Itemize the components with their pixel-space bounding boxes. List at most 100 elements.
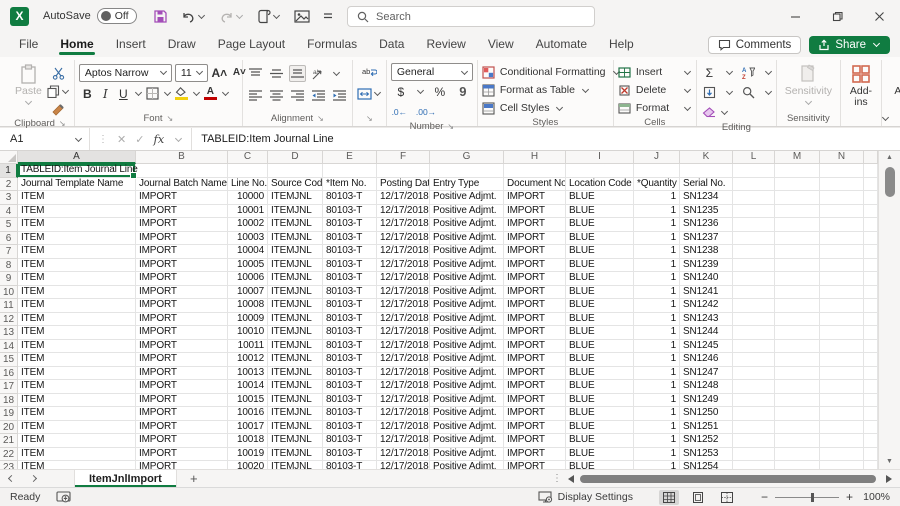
- vertical-scrollbar[interactable]: ▲ ▼: [878, 151, 900, 469]
- cell-D13[interactable]: ITEMJNL: [268, 326, 323, 340]
- cell-K8[interactable]: SN1239: [680, 259, 733, 273]
- cell-J6[interactable]: 1: [634, 232, 680, 246]
- column-header-J[interactable]: J: [634, 151, 680, 164]
- align-left-button[interactable]: [247, 87, 264, 104]
- cell-J21[interactable]: 1: [634, 434, 680, 448]
- cell-D15[interactable]: ITEMJNL: [268, 353, 323, 367]
- cell-F11[interactable]: 12/17/2018: [377, 299, 430, 313]
- tab-formulas[interactable]: Formulas: [296, 34, 368, 56]
- row-header-19[interactable]: 19: [0, 407, 18, 421]
- cell-I17[interactable]: BLUE: [566, 380, 634, 394]
- row-header-16[interactable]: 16: [0, 367, 18, 381]
- cell-C7[interactable]: 10004: [228, 245, 268, 259]
- cell-L6[interactable]: [733, 232, 775, 246]
- cell-H19[interactable]: IMPORT: [504, 407, 566, 421]
- cell-M20[interactable]: [775, 421, 820, 435]
- page-layout-view-button[interactable]: [688, 490, 708, 505]
- clipboard-dialog-launcher[interactable]: ↘: [59, 119, 66, 128]
- cell-J7[interactable]: 1: [634, 245, 680, 259]
- cell-A23[interactable]: ITEM: [18, 461, 136, 469]
- cell-G1[interactable]: [430, 164, 504, 178]
- row-header-6[interactable]: 6: [0, 232, 18, 246]
- cell-C11[interactable]: 10008: [228, 299, 268, 313]
- cell-M22[interactable]: [775, 448, 820, 462]
- cell-K22[interactable]: SN1253: [680, 448, 733, 462]
- autosave-toggle[interactable]: Off: [97, 8, 137, 24]
- cell-L22[interactable]: [733, 448, 775, 462]
- cell-styles-button[interactable]: Cell Styles: [482, 99, 565, 117]
- tab-insert[interactable]: Insert: [105, 34, 157, 56]
- row-header-12[interactable]: 12: [0, 313, 18, 327]
- cell-J17[interactable]: 1: [634, 380, 680, 394]
- cell-D12[interactable]: ITEMJNL: [268, 313, 323, 327]
- cell-K2[interactable]: Serial No.: [680, 178, 733, 192]
- merge-center-button[interactable]: [357, 85, 382, 102]
- cell-I4[interactable]: BLUE: [566, 205, 634, 219]
- cell-I23[interactable]: BLUE: [566, 461, 634, 469]
- cell-B6[interactable]: IMPORT: [136, 232, 228, 246]
- row-header-23[interactable]: 23: [0, 461, 18, 469]
- cell-E1[interactable]: [323, 164, 377, 178]
- cell-H1[interactable]: [504, 164, 566, 178]
- namebox-splitter[interactable]: ⋮: [98, 134, 108, 145]
- cell-C6[interactable]: 10003: [228, 232, 268, 246]
- zoom-slider-thumb[interactable]: [811, 493, 814, 502]
- scroll-up-icon[interactable]: ▲: [886, 153, 893, 163]
- cell-F19[interactable]: 12/17/2018: [377, 407, 430, 421]
- cell-E16[interactable]: 80103-T: [323, 367, 377, 381]
- row-header-9[interactable]: 9: [0, 272, 18, 286]
- cell-C12[interactable]: 10009: [228, 313, 268, 327]
- close-button[interactable]: [858, 0, 900, 32]
- cell-L1[interactable]: [733, 164, 775, 178]
- cell-E11[interactable]: 80103-T: [323, 299, 377, 313]
- cell-K4[interactable]: SN1235: [680, 205, 733, 219]
- cell-J18[interactable]: 1: [634, 394, 680, 408]
- row-header-5[interactable]: 5: [0, 218, 18, 232]
- cell-C3[interactable]: 10000: [228, 191, 268, 205]
- cell-H5[interactable]: IMPORT: [504, 218, 566, 232]
- row-header-10[interactable]: 10: [0, 286, 18, 300]
- column-header-G[interactable]: G: [430, 151, 504, 164]
- cell-J14[interactable]: 1: [634, 340, 680, 354]
- cell-M10[interactable]: [775, 286, 820, 300]
- cell-N17[interactable]: [820, 380, 864, 394]
- cell-D9[interactable]: ITEMJNL: [268, 272, 323, 286]
- top-align-button[interactable]: [247, 65, 264, 82]
- cell-B2[interactable]: Journal Batch Name: [136, 178, 228, 192]
- cell-F9[interactable]: 12/17/2018: [377, 272, 430, 286]
- cell-A5[interactable]: ITEM: [18, 218, 136, 232]
- cell-D16[interactable]: ITEMJNL: [268, 367, 323, 381]
- row-header-1[interactable]: 1: [0, 164, 18, 178]
- column-header-L[interactable]: L: [733, 151, 775, 164]
- cell-N12[interactable]: [820, 313, 864, 327]
- cell-C4[interactable]: 10001: [228, 205, 268, 219]
- cell-M13[interactable]: [775, 326, 820, 340]
- cell-J20[interactable]: 1: [634, 421, 680, 435]
- cancel-icon[interactable]: ✕: [117, 133, 126, 146]
- cell-A20[interactable]: ITEM: [18, 421, 136, 435]
- cell-J11[interactable]: 1: [634, 299, 680, 313]
- next-sheet-button[interactable]: [22, 470, 44, 487]
- cell-D1[interactable]: [268, 164, 323, 178]
- cell-B3[interactable]: IMPORT: [136, 191, 228, 205]
- comma-style-button[interactable]: 9: [454, 83, 471, 100]
- cell-I21[interactable]: BLUE: [566, 434, 634, 448]
- column-header-M[interactable]: M: [775, 151, 820, 164]
- cell-I9[interactable]: BLUE: [566, 272, 634, 286]
- cell-L13[interactable]: [733, 326, 775, 340]
- cell-I20[interactable]: BLUE: [566, 421, 634, 435]
- cell-H11[interactable]: IMPORT: [504, 299, 566, 313]
- cell-L18[interactable]: [733, 394, 775, 408]
- cell-I10[interactable]: BLUE: [566, 286, 634, 300]
- cell-G2[interactable]: Entry Type: [430, 178, 504, 192]
- format-cells-button[interactable]: Format: [618, 99, 692, 117]
- cell-H16[interactable]: IMPORT: [504, 367, 566, 381]
- cell-L7[interactable]: [733, 245, 775, 259]
- format-painter-button[interactable]: [47, 101, 70, 118]
- cell-H9[interactable]: IMPORT: [504, 272, 566, 286]
- select-all-corner[interactable]: [0, 151, 18, 164]
- cell-A1[interactable]: TABLEID:Item Journal Line: [18, 164, 136, 178]
- cell-A15[interactable]: ITEM: [18, 353, 136, 367]
- cell-D5[interactable]: ITEMJNL: [268, 218, 323, 232]
- increase-decimal-button[interactable]: .0←: [391, 103, 408, 120]
